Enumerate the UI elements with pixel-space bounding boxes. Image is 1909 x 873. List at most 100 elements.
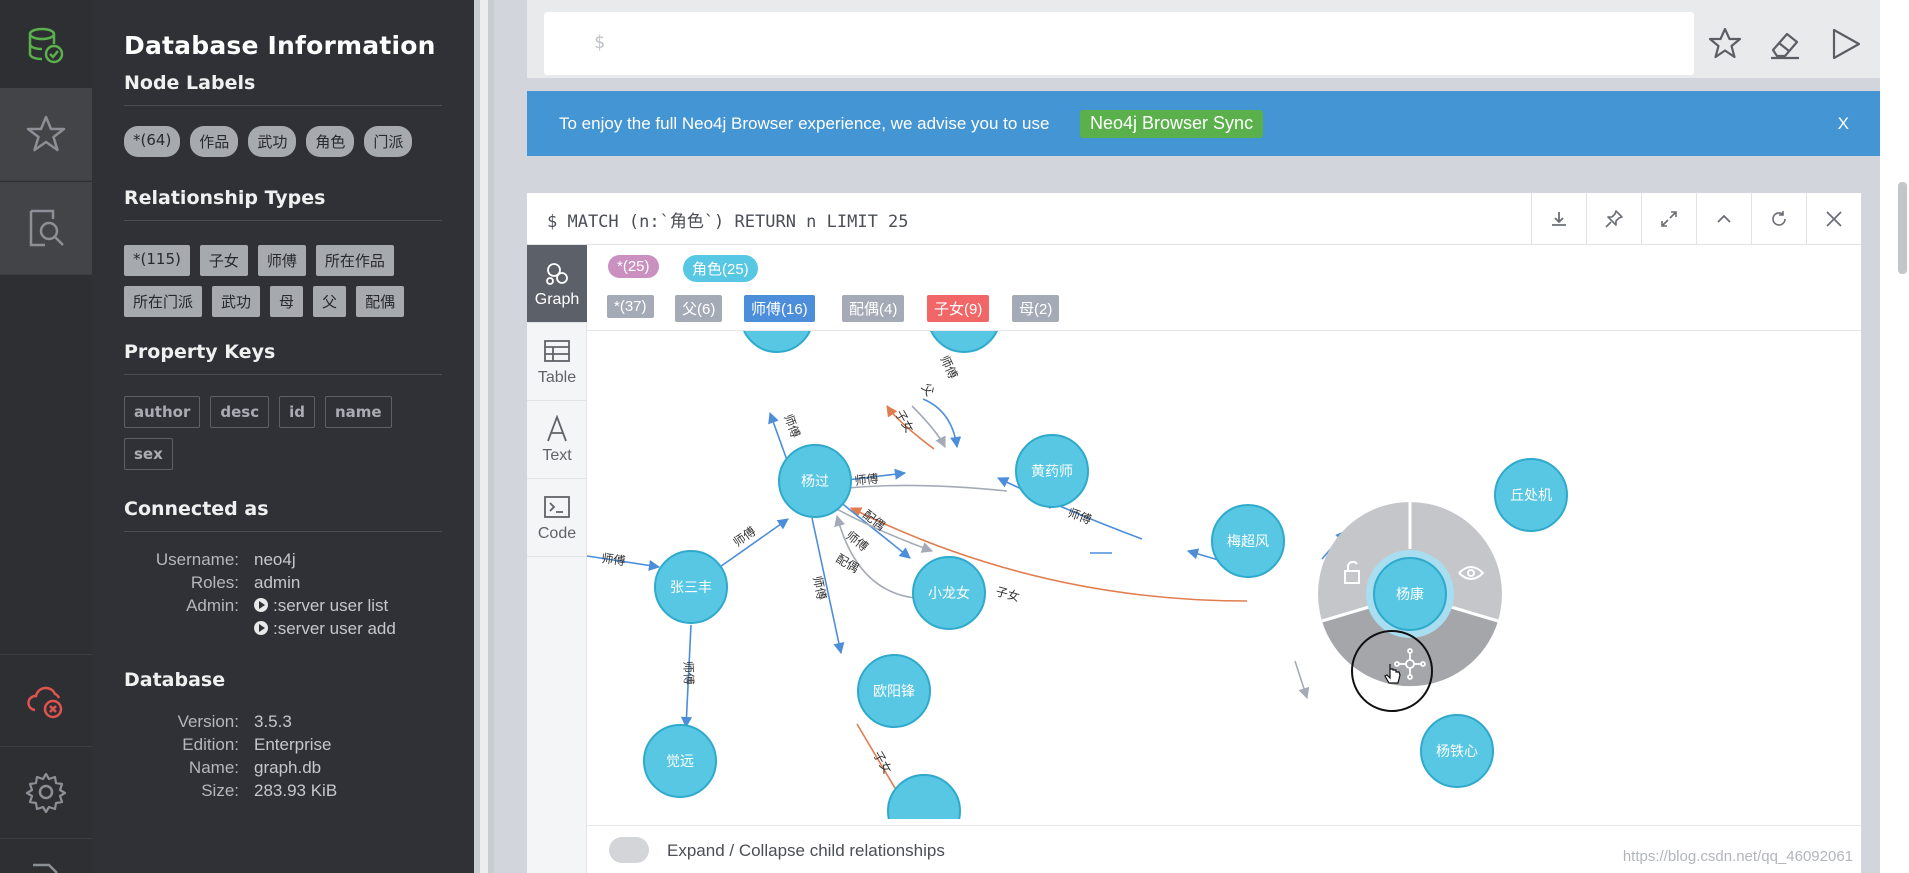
graph-node[interactable]: [887, 774, 961, 819]
size-label: Size:: [201, 781, 239, 800]
edge-label: 子女: [994, 583, 1021, 604]
graph-legend: *(25) 角色(25) *(37) 父(6) 师傅(16) 配偶(4) 子女(…: [587, 245, 1861, 331]
node-label: 觉远: [666, 754, 694, 770]
legend-rel-all[interactable]: *(37): [607, 295, 654, 318]
legend-rel-child[interactable]: 子女(9): [927, 295, 990, 322]
tab-table[interactable]: Table: [527, 323, 587, 401]
rel-type-chip[interactable]: 母: [270, 286, 304, 317]
connection-status-button[interactable]: [0, 654, 92, 747]
search-doc-icon: [29, 209, 64, 247]
edge-label: 师傅: [781, 412, 802, 439]
name-label: Name:: [188, 758, 239, 777]
legend-rel-spouse[interactable]: 配偶(4): [842, 295, 905, 322]
result-frame: $ MATCH (n:`角色`) RETURN n LIMIT 25 Graph…: [527, 193, 1861, 873]
expand-collapse-icon[interactable]: [609, 837, 649, 863]
rel-type-chip[interactable]: 父: [313, 286, 347, 317]
admin-user-list-link[interactable]: :server user list: [254, 596, 442, 616]
settings-button[interactable]: [0, 746, 92, 839]
browser-sync-button[interactable]: Neo4j Browser Sync: [1080, 110, 1264, 138]
eraser-icon[interactable]: [1767, 26, 1803, 62]
admin-label: Admin:: [186, 596, 239, 615]
tab-code[interactable]: Code: [527, 479, 587, 557]
edge-label: 子女: [892, 407, 917, 435]
graph-edge[interactable]: [849, 507, 1248, 602]
graph-node[interactable]: [741, 331, 813, 353]
close-frame-button[interactable]: [1806, 193, 1861, 245]
username-value: neo4j: [254, 550, 296, 569]
frame-query[interactable]: $ MATCH (n:`角色`) RETURN n LIMIT 25: [547, 207, 909, 232]
database-button[interactable]: [0, 0, 92, 93]
more-button[interactable]: [0, 840, 92, 873]
legend-label-all[interactable]: *(25): [608, 255, 659, 278]
size-value: 283.93 KiB: [254, 781, 338, 800]
fullscreen-button[interactable]: [1641, 193, 1696, 245]
legend-rel-master[interactable]: 师傅(16): [744, 295, 815, 322]
rerun-button[interactable]: [1751, 193, 1806, 245]
legend-rel-mother[interactable]: 母(2): [1012, 295, 1060, 322]
download-button[interactable]: [1531, 193, 1586, 245]
node-label-chip[interactable]: *(64): [124, 126, 181, 157]
admin-user-add-link[interactable]: :server user add: [254, 619, 442, 639]
pin-button[interactable]: [1586, 193, 1641, 245]
view-tabs: Graph Table Text Code: [527, 245, 587, 873]
property-key-chip[interactable]: desc: [210, 396, 270, 428]
database-title: Database: [124, 669, 226, 691]
rel-type-chip[interactable]: 所在作品: [315, 245, 394, 276]
rel-type-chip[interactable]: 师傅: [257, 245, 306, 276]
edge-label: 子女: [870, 748, 895, 776]
property-key-chip[interactable]: sex: [124, 438, 173, 470]
edge-label: 师傅: [843, 528, 871, 554]
rel-type-chip[interactable]: *(115): [124, 245, 190, 276]
graph-edge[interactable]: [911, 405, 946, 449]
node-label-chip[interactable]: 武功: [248, 126, 297, 157]
relationship-types-title: Relationship Types: [124, 187, 442, 221]
rel-type-chip[interactable]: 配偶: [356, 286, 405, 317]
plugin-icon: [33, 863, 58, 873]
rel-type-chip[interactable]: 子女: [199, 245, 248, 276]
favorites-button[interactable]: [0, 88, 92, 181]
download-icon: [1552, 212, 1566, 226]
edge-label: 师傅: [854, 472, 879, 488]
tab-graph[interactable]: Graph: [527, 245, 587, 323]
page-scrollbar[interactable]: [1880, 0, 1909, 873]
property-key-chip[interactable]: name: [324, 396, 392, 428]
play-icon: [254, 621, 268, 635]
graph-canvas[interactable]: 师傅 师傅 子女 父 师傅 父 师傅 子女 配偶 师傅 配偶 师傅 师傅 师傅 …: [587, 331, 1861, 819]
rel-type-chip[interactable]: 武功: [212, 286, 261, 317]
footer-status: Expand / Collapse child relationships: [667, 841, 945, 860]
node-label-chip[interactable]: 门派: [364, 126, 413, 157]
edition-label: Edition:: [182, 735, 239, 754]
edition-value: Enterprise: [254, 735, 332, 754]
version-value: 3.5.3: [254, 712, 292, 731]
graph-edge[interactable]: [1294, 660, 1310, 700]
banner-close-button[interactable]: X: [1838, 114, 1849, 134]
legend-rel-father[interactable]: 父(6): [675, 295, 723, 322]
legend-label-role[interactable]: 角色(25): [683, 255, 758, 282]
edge-label: 配偶: [834, 551, 862, 575]
graph-node[interactable]: [928, 331, 1000, 353]
favorite-star-icon[interactable]: [1707, 26, 1743, 62]
banner-text: To enjoy the full Neo4j Browser experien…: [559, 114, 1050, 133]
run-play-icon[interactable]: [1827, 26, 1863, 62]
property-key-chip[interactable]: author: [124, 396, 201, 428]
node-label: 杨过: [801, 474, 829, 490]
node-label: 小龙女: [928, 585, 970, 602]
property-key-chip[interactable]: id: [279, 396, 315, 428]
edge-label: 师傅: [937, 353, 960, 381]
collapse-button[interactable]: [1696, 193, 1751, 245]
node-label-chip[interactable]: 角色: [306, 126, 355, 157]
guides-button[interactable]: [0, 182, 92, 275]
cypher-editor-input[interactable]: $: [544, 12, 1694, 75]
sync-banner: To enjoy the full Neo4j Browser experien…: [527, 91, 1880, 156]
star-icon: [26, 115, 66, 152]
drawer-resize-handle[interactable]: [474, 0, 494, 873]
tab-text[interactable]: Text: [527, 401, 587, 479]
cloud-error-icon: [27, 686, 63, 718]
scrollbar-thumb[interactable]: [1898, 182, 1907, 274]
edge-label: 师傅: [601, 551, 627, 568]
property-keys-title: Property Keys: [124, 341, 442, 375]
node-label-chip[interactable]: 作品: [190, 126, 239, 157]
graph-edge[interactable]: [716, 518, 789, 570]
rel-type-chip[interactable]: 所在门派: [124, 286, 203, 317]
roles-value: admin: [254, 573, 301, 592]
